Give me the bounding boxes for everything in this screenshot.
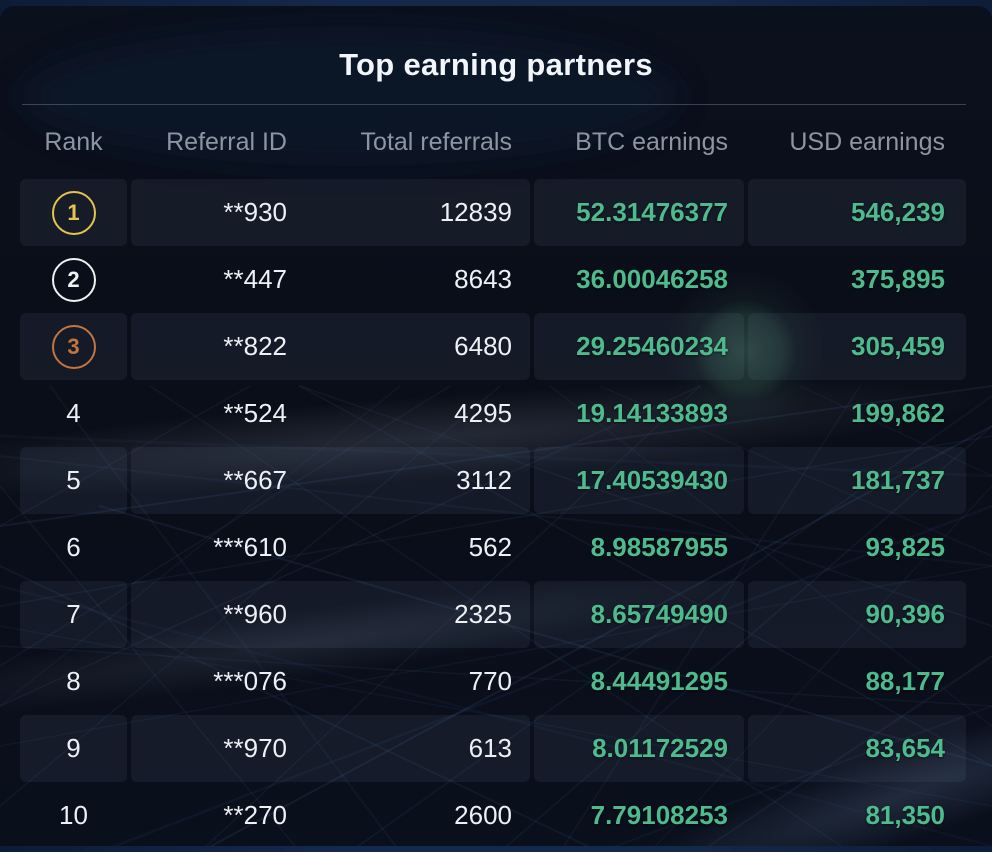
usd-earnings-cell: 90,396 (748, 581, 966, 648)
usd-earnings-cell: 199,862 (748, 380, 966, 447)
table-row: 6 ***610 562 8.98587955 93,825 (0, 514, 992, 581)
rank-number: 10 (59, 800, 88, 831)
rank-cell: 2 (20, 246, 127, 313)
total-referrals: 2600 (287, 800, 530, 831)
rank-number: 4 (66, 398, 80, 429)
total-referrals: 3112 (287, 465, 530, 496)
usd-earnings-cell: 546,239 (748, 179, 966, 246)
top-earning-partners-card: Top earning partners Rank Referral ID To… (0, 6, 992, 846)
referral-total-cell: **930 12839 (131, 179, 530, 246)
referral-id: **524 (131, 398, 287, 429)
gold-medal-badge: 1 (52, 191, 96, 235)
referral-id: **822 (131, 331, 287, 362)
referral-total-cell: ***610 562 (131, 514, 530, 581)
rank-cell: 4 (20, 380, 127, 447)
rank-cell: 6 (20, 514, 127, 581)
referral-total-cell: **447 8643 (131, 246, 530, 313)
usd-earnings-cell: 81,350 (748, 782, 966, 846)
referral-id: **930 (131, 197, 287, 228)
table-row: 9 **970 613 8.01172529 83,654 (0, 715, 992, 782)
table-header-row: Rank Referral ID Total referrals BTC ear… (0, 105, 992, 179)
table-row: 3 **822 6480 29.25460234 305,459 (0, 313, 992, 380)
rank-cell: 1 (20, 179, 127, 246)
total-referrals: 562 (287, 532, 530, 563)
referral-id: **960 (131, 599, 287, 630)
btc-earnings-cell: 8.01172529 (534, 715, 744, 782)
total-referrals: 613 (287, 733, 530, 764)
btc-earnings-cell: 36.00046258 (534, 246, 744, 313)
page-title: Top earning partners (0, 6, 992, 82)
leaderboard-table: 1 **930 12839 52.31476377 546,239 2 **44… (0, 179, 992, 846)
rank-number: 9 (66, 733, 80, 764)
rank-cell: 7 (20, 581, 127, 648)
total-referrals: 12839 (287, 197, 530, 228)
rank-number: 7 (66, 599, 80, 630)
table-row: 1 **930 12839 52.31476377 546,239 (0, 179, 992, 246)
btc-earnings-cell: 17.40539430 (534, 447, 744, 514)
silver-medal-badge: 2 (52, 258, 96, 302)
rank-cell: 3 (20, 313, 127, 380)
btc-earnings-cell: 29.25460234 (534, 313, 744, 380)
table-row: 5 **667 3112 17.40539430 181,737 (0, 447, 992, 514)
btc-earnings-cell: 7.79108253 (534, 782, 744, 846)
referral-id: **270 (131, 800, 287, 831)
referral-id: **970 (131, 733, 287, 764)
referral-total-cell: **822 6480 (131, 313, 530, 380)
rank-cell: 8 (20, 648, 127, 715)
referral-id: ***076 (131, 666, 287, 697)
column-header-rank: Rank (20, 105, 127, 179)
usd-earnings-cell: 83,654 (748, 715, 966, 782)
btc-earnings-cell: 8.65749490 (534, 581, 744, 648)
column-header-usd-earnings: USD earnings (748, 105, 966, 179)
bronze-medal-badge: 3 (52, 325, 96, 369)
total-referrals: 6480 (287, 331, 530, 362)
table-row: 2 **447 8643 36.00046258 375,895 (0, 246, 992, 313)
referral-id: **667 (131, 465, 287, 496)
usd-earnings-cell: 305,459 (748, 313, 966, 380)
column-header-btc-earnings: BTC earnings (534, 105, 744, 179)
rank-number: 5 (66, 465, 80, 496)
total-referrals: 8643 (287, 264, 530, 295)
usd-earnings-cell: 88,177 (748, 648, 966, 715)
rank-number: 6 (66, 532, 80, 563)
referral-id: ***610 (131, 532, 287, 563)
referral-total-cell: **524 4295 (131, 380, 530, 447)
btc-earnings-cell: 52.31476377 (534, 179, 744, 246)
column-header-total-referrals: Total referrals (287, 128, 530, 157)
rank-cell: 10 (20, 782, 127, 846)
referral-total-cell: **270 2600 (131, 782, 530, 846)
referral-total-cell: **667 3112 (131, 447, 530, 514)
column-header-referral-id: Referral ID (131, 128, 287, 157)
table-row: 7 **960 2325 8.65749490 90,396 (0, 581, 992, 648)
usd-earnings-cell: 375,895 (748, 246, 966, 313)
referral-total-cell: ***076 770 (131, 648, 530, 715)
btc-earnings-cell: 8.44491295 (534, 648, 744, 715)
table-row: 4 **524 4295 19.14133893 199,862 (0, 380, 992, 447)
table-row: 8 ***076 770 8.44491295 88,177 (0, 648, 992, 715)
rank-number: 8 (66, 666, 80, 697)
table-row: 10 **270 2600 7.79108253 81,350 (0, 782, 992, 846)
referral-total-cell: **960 2325 (131, 581, 530, 648)
referral-id: **447 (131, 264, 287, 295)
usd-earnings-cell: 93,825 (748, 514, 966, 581)
total-referrals: 2325 (287, 599, 530, 630)
btc-earnings-cell: 19.14133893 (534, 380, 744, 447)
referral-total-cell: **970 613 (131, 715, 530, 782)
total-referrals: 4295 (287, 398, 530, 429)
total-referrals: 770 (287, 666, 530, 697)
rank-cell: 9 (20, 715, 127, 782)
btc-earnings-cell: 8.98587955 (534, 514, 744, 581)
usd-earnings-cell: 181,737 (748, 447, 966, 514)
rank-cell: 5 (20, 447, 127, 514)
